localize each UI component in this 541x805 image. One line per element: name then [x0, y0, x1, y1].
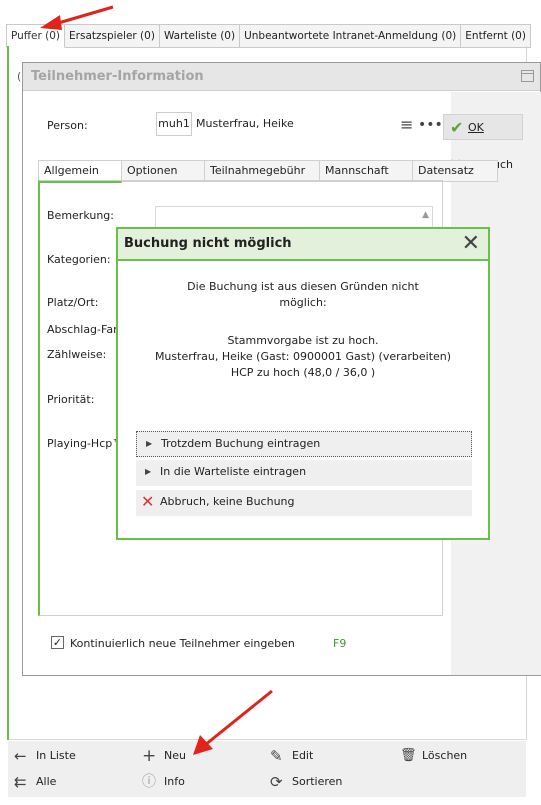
annotation-arrow-top [40, 5, 114, 30]
annotation-arrows [40, 5, 273, 755]
annotation-arrow-bottom [193, 689, 273, 755]
